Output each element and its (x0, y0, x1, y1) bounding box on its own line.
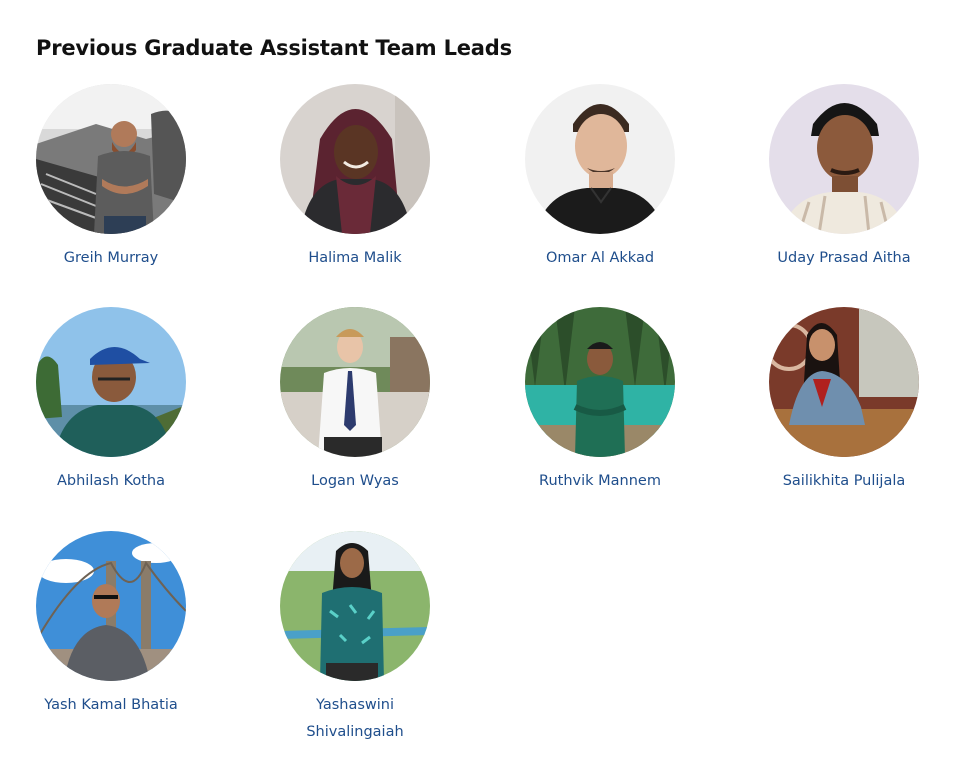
team-lead-name[interactable]: Sailikhita Pulijala (769, 468, 919, 495)
team-lead-name[interactable]: Halima Malik (280, 245, 430, 272)
profile-photo[interactable] (280, 531, 430, 681)
profile-photo[interactable] (36, 531, 186, 681)
profile-photo[interactable] (769, 84, 919, 234)
profile-photo[interactable] (36, 84, 186, 234)
team-lead-name[interactable]: Ruthvik Mannem (525, 468, 675, 495)
team-lead-card[interactable]: Sailikhita Pulijala (769, 307, 919, 495)
profile-photo[interactable] (525, 307, 675, 457)
team-lead-card[interactable]: Logan Wyas (280, 307, 430, 495)
team-lead-name[interactable]: Yashaswini Shivalingaiah (280, 692, 430, 746)
profile-photo[interactable] (769, 307, 919, 457)
team-lead-card[interactable]: Omar Al Akkad (525, 84, 675, 272)
profile-photo[interactable] (525, 84, 675, 234)
team-lead-card[interactable]: Uday Prasad Aitha (769, 84, 919, 272)
team-lead-name[interactable]: Abhilash Kotha (36, 468, 186, 495)
profile-photo[interactable] (36, 307, 186, 457)
team-lead-card[interactable]: Yashaswini Shivalingaiah (280, 531, 430, 746)
team-lead-name[interactable]: Greih Murray (36, 245, 186, 272)
team-lead-name[interactable]: Uday Prasad Aitha (769, 245, 919, 272)
team-lead-card[interactable]: Ruthvik Mannem (525, 307, 675, 495)
profile-photo[interactable] (280, 307, 430, 457)
team-leads-grid: Greih Murray Halima Malik Omar Al Akkad … (0, 0, 972, 779)
team-lead-card[interactable]: Yash Kamal Bhatia (36, 531, 186, 719)
team-lead-name[interactable]: Omar Al Akkad (525, 245, 675, 272)
team-lead-card[interactable]: Halima Malik (280, 84, 430, 272)
team-lead-card[interactable]: Abhilash Kotha (36, 307, 186, 495)
team-lead-name[interactable]: Logan Wyas (280, 468, 430, 495)
team-lead-name[interactable]: Yash Kamal Bhatia (36, 692, 186, 719)
profile-photo[interactable] (280, 84, 430, 234)
team-lead-card[interactable]: Greih Murray (36, 84, 186, 272)
